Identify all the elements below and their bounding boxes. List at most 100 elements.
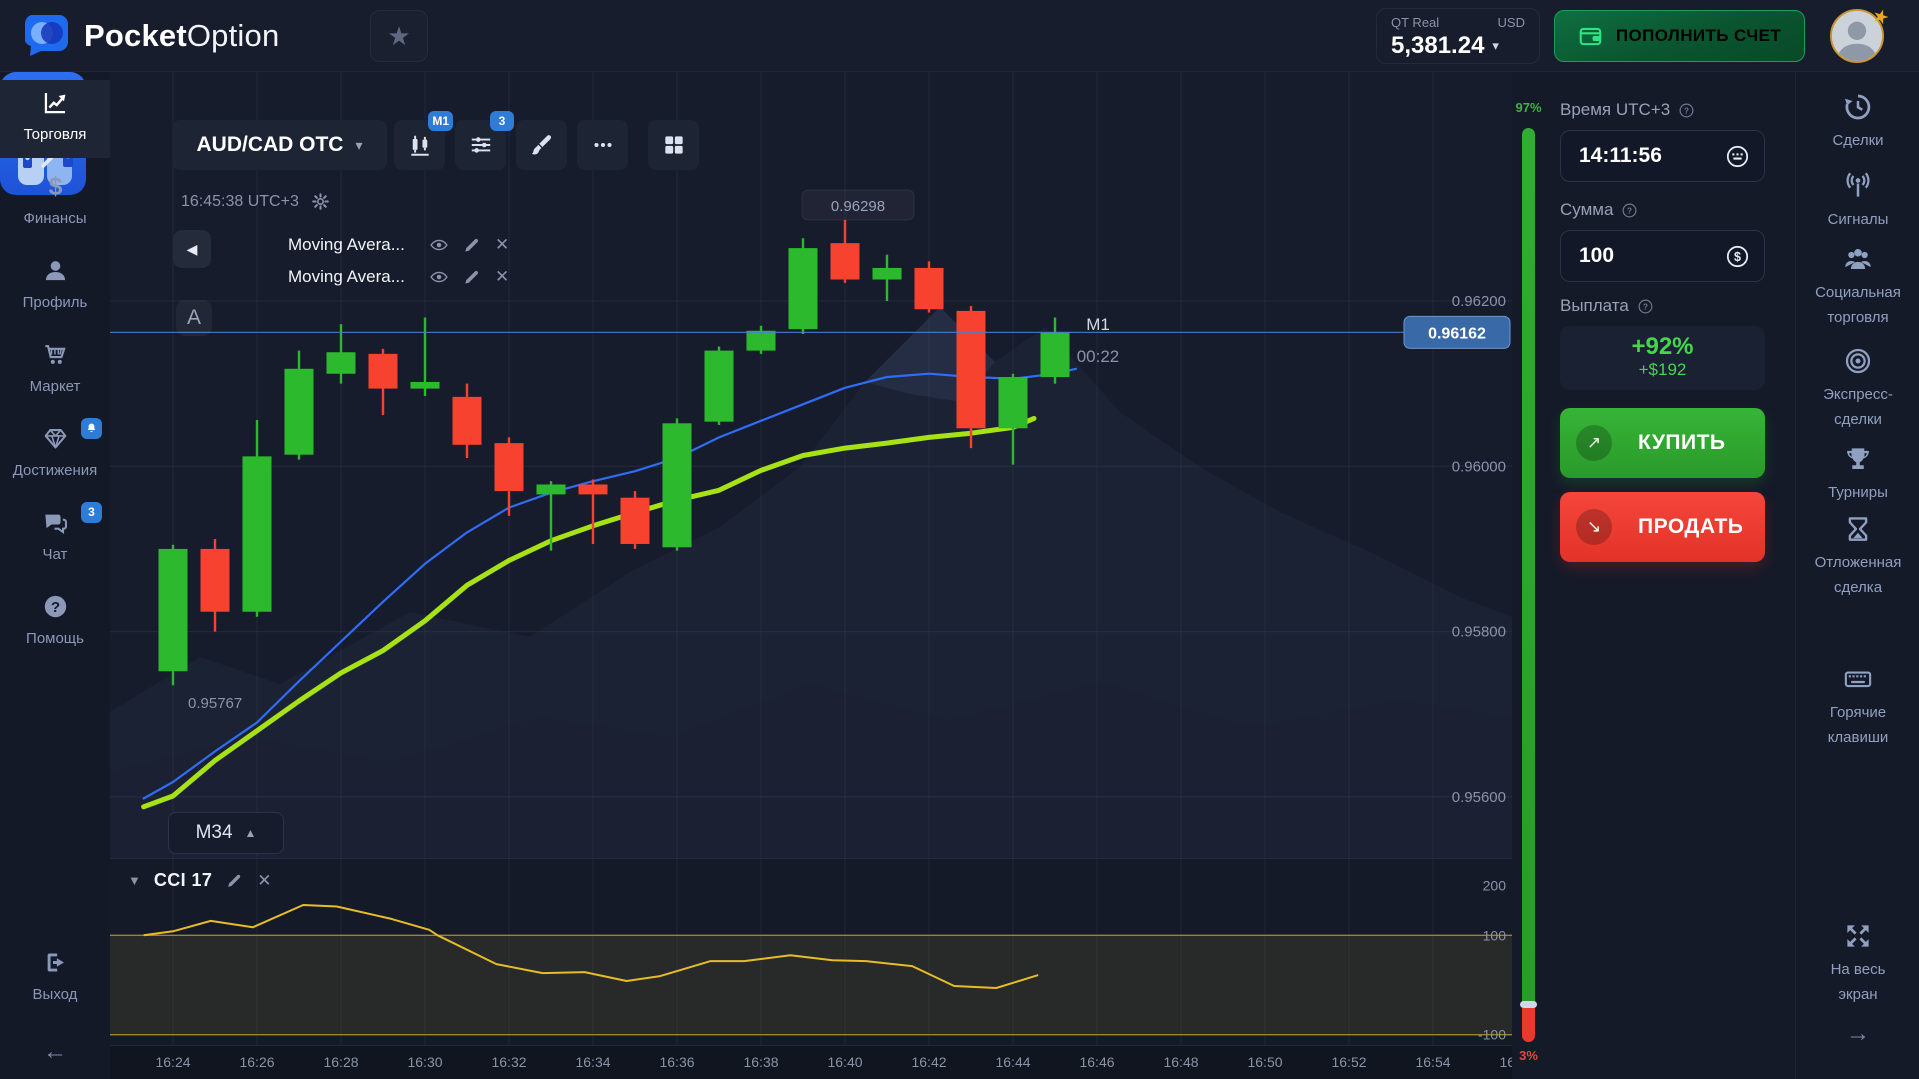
sentiment-down-percent: 3% [1512,1048,1545,1063]
pencil-icon[interactable] [462,267,482,287]
candle [999,377,1028,428]
favorite-star-button[interactable]: ★ [370,10,428,62]
main-chart[interactable]: 0.962000.960000.958000.956000.961620.962… [110,72,1512,858]
candle [495,443,524,491]
cci-indicator-panel[interactable]: 200100-100 [110,858,1512,1045]
help-icon[interactable]: ? [1678,102,1695,119]
buy-label: КУПИТЬ [1638,431,1726,455]
candle [747,331,776,351]
cart-icon [42,341,69,368]
letter-a: A [187,306,201,330]
collapse-legend-button[interactable]: ◀ [173,230,211,268]
amount-input[interactable]: 100 $ [1560,230,1765,282]
collapse-sidebar-button[interactable]: ← [0,1038,110,1078]
sidebar-item-chart-line[interactable]: Торговля [0,80,110,158]
sidebar-item-chat[interactable]: Чат3 [0,500,110,578]
chart-type-button[interactable]: M1 [394,120,445,170]
time-axis-label: 16:24 [155,1054,190,1070]
right-sidebar-item-label: Отложенная [1796,552,1919,574]
time-axis-label: 16:38 [743,1054,778,1070]
pencil-icon[interactable] [225,871,244,890]
sidebar-item-dollar[interactable]: $Финансы [0,164,110,242]
candle [453,397,482,445]
sentiment-column: 97% 3% [1512,72,1545,1079]
arrow-right-icon: → [1846,1020,1870,1047]
asset-selector[interactable]: AUD/CAD OTC ▾ [172,120,387,170]
indicators-button[interactable]: 3 [455,120,506,170]
chart-zoom-preset-button[interactable]: M34 ▲ [168,812,284,854]
payout-info: +92% +$192 [1560,326,1765,390]
right-sidebar-item-label: клавиши [1796,727,1919,749]
signal-icon [1843,171,1873,201]
expiration-label: Время UTC+3 [1560,100,1670,120]
svg-text:?: ? [1643,302,1648,311]
cci-header: ▼ CCI 17 ✕ [128,870,272,891]
right-sidebar-item-users[interactable]: Социальнаяторговля [1796,244,1919,329]
close-icon[interactable]: ✕ [495,235,509,255]
right-sidebar-item-history[interactable]: Сделки [1796,92,1919,152]
more-options-button[interactable] [577,120,628,170]
payout-percent: +92% [1560,334,1765,360]
right-sidebar-item-target[interactable]: Экспресс-сделки [1796,346,1919,431]
close-icon[interactable]: ✕ [257,871,271,891]
chevron-down-icon: ▾ [1492,38,1499,54]
sidebar-item-question[interactable]: ?Помощь [0,584,110,662]
right-sidebar-item-keyboard[interactable]: Горячиеклавиши [1796,664,1919,749]
pocketoption-logo[interactable]: PocketOption [25,13,279,58]
pencil-icon[interactable] [462,235,482,255]
expiration-time-value: 14:11:56 [1579,144,1725,168]
annotation-letter-button[interactable]: A [176,300,212,336]
help-icon[interactable]: ? [1637,298,1654,315]
gear-icon[interactable] [311,192,330,211]
payout-label: Выплата [1560,296,1629,316]
eye-icon[interactable] [429,267,449,287]
caret-down-icon[interactable]: ▼ [128,873,141,888]
right-sidebar-item-signal[interactable]: Сигналы [1796,171,1919,231]
bell-badge [81,418,102,439]
sidebar-item-gem[interactable]: Достижения [0,416,110,494]
svg-text:?: ? [1627,206,1632,215]
logout-button[interactable]: Выход [0,940,110,1010]
layout-button[interactable] [648,120,699,170]
expiration-time-input[interactable]: 14:11:56 [1560,130,1765,182]
sidebar-item-label: Достижения [0,462,110,479]
svg-text:$: $ [48,173,62,200]
close-icon[interactable]: ✕ [495,267,509,287]
sell-button[interactable]: ↘ ПРОДАТЬ [1560,492,1765,562]
right-sidebar-item-expand[interactable]: На весьэкран [1796,921,1919,1006]
wallet-icon [1578,23,1604,49]
dollar-circle-icon[interactable]: $ [1725,244,1750,269]
gem-icon [42,425,69,452]
sidebar-item-cart[interactable]: Маркет [0,332,110,410]
caret-up-icon: ▲ [245,826,257,840]
star-icon: ★ [387,21,410,52]
right-sidebar-item-label: Экспресс- [1796,384,1919,406]
sidebar-item-label: Торговля [0,126,110,143]
right-sidebar: → Сделки Сигналы Социальнаяторговля Экспрес… [1795,72,1919,1079]
chart-region: 0.962000.960000.958000.956000.961620.962… [110,72,1512,1079]
arrow-down-right-icon: ↘ [1576,509,1612,545]
account-type-label: QT Real [1391,15,1439,30]
drawing-tools-button[interactable] [516,120,567,170]
sell-label: ПРОДАТЬ [1638,515,1743,539]
candle [201,549,230,612]
deposit-button[interactable]: ПОПОЛНИТЬ СЧЕТ [1554,10,1805,62]
candle [369,354,398,389]
right-sidebar-item-label: Сигналы [1796,209,1919,231]
eye-icon[interactable] [429,235,449,255]
toolbar-badge: 3 [490,111,514,131]
right-sidebar-item-trophy[interactable]: Турниры [1796,444,1919,504]
account-balance[interactable]: QT Real USD 5,381.24 ▾ [1376,8,1540,64]
grid-icon [661,132,687,158]
sidebar-item-user[interactable]: Профиль [0,248,110,326]
balance-dropdown[interactable]: 5,381.24 ▾ [1391,32,1525,60]
expand-panel-button[interactable]: → [1796,1020,1919,1048]
right-sidebar-item-hourglass[interactable]: Отложеннаясделка [1796,514,1919,599]
help-icon[interactable]: ? [1621,202,1638,219]
time-keypad-icon[interactable] [1725,144,1750,169]
right-sidebar-item-label: сделки [1796,409,1919,431]
time-axis-label: 16:30 [407,1054,442,1070]
buy-button[interactable]: ↗ КУПИТЬ [1560,408,1765,478]
right-sidebar-item-label: торговля [1796,307,1919,329]
candle [873,268,902,280]
